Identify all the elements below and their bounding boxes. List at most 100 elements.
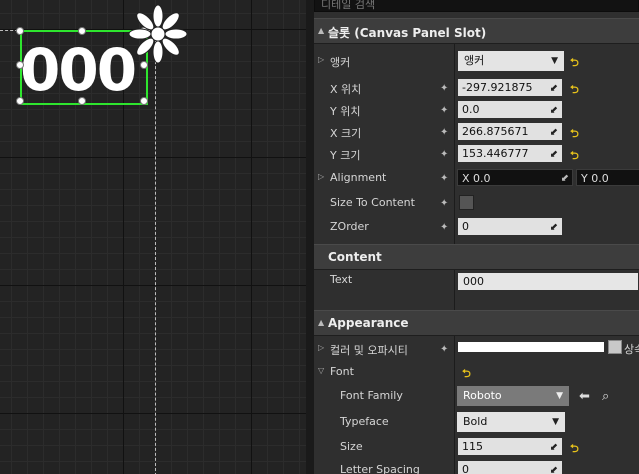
text-input[interactable]: 000 xyxy=(458,273,638,290)
category-slot[interactable]: ▲ 슬롯 (Canvas Panel Slot) xyxy=(314,18,639,44)
reset-arrow-icon[interactable]: ⮌ xyxy=(570,440,579,459)
resize-handle[interactable] xyxy=(78,97,86,105)
row-anchor: ▷ 앵커 앵커 ▼ ⮌ xyxy=(314,50,639,74)
inherit-checkbox[interactable] xyxy=(608,340,622,354)
anchor-value: 앵커 xyxy=(464,54,485,67)
resize-handle[interactable] xyxy=(16,27,24,35)
letter-spacing-field[interactable]: 0 ⬋ xyxy=(458,461,562,474)
expand-arrow-icon[interactable]: ▷ xyxy=(318,343,324,352)
key-icon[interactable]: ✦ xyxy=(440,198,448,209)
key-icon[interactable]: ✦ xyxy=(440,149,448,160)
y-position-field[interactable]: 0.0 ⬋ xyxy=(458,101,562,118)
prop-label: Font Family xyxy=(340,389,403,402)
dropdown-arrow-icon: ▼ xyxy=(556,391,563,401)
field-value: 153.446777 xyxy=(462,147,529,160)
font-size-field[interactable]: 115 ⬋ xyxy=(458,438,562,455)
prop-label: Typeface xyxy=(340,415,389,428)
row-alignment: ▷ Alignment ✦ X 0.0 ⬋ Y 0.0 xyxy=(314,167,639,191)
designer-canvas[interactable]: 000 xyxy=(0,0,306,474)
key-icon[interactable]: ✦ xyxy=(440,127,448,138)
dropdown-arrow-icon: ▼ xyxy=(552,417,559,427)
resize-handle[interactable] xyxy=(140,97,148,105)
typeface-dropdown[interactable]: Bold ▼ xyxy=(457,412,565,432)
reset-arrow-icon[interactable]: ⮌ xyxy=(570,147,579,166)
row-x-position: X 위치 ✦ -297.921875 ⬋ ⮌ xyxy=(314,77,639,101)
prop-label: Y 위치 xyxy=(330,105,361,118)
row-color-opacity: ▷ 컬러 및 오파시티 ✦ 상속 xyxy=(314,338,639,362)
y-size-field[interactable]: 153.446777 ⬋ xyxy=(458,145,562,162)
field-value: -297.921875 xyxy=(462,81,533,94)
drag-arrow-icon: ⬋ xyxy=(549,105,558,116)
prop-label: Size xyxy=(340,440,363,453)
field-value: 266.875671 xyxy=(462,125,529,138)
field-value: 000 xyxy=(463,275,484,288)
reset-arrow-icon[interactable]: ⮌ xyxy=(462,365,471,384)
drag-arrow-icon: ⬋ xyxy=(549,127,558,138)
row-font-family: Font Family Roboto ▼ ⬅ ⌕ xyxy=(314,385,639,409)
field-value: 0 xyxy=(462,220,469,233)
key-icon[interactable]: ✦ xyxy=(440,344,448,355)
row-font: ▽ Font ⮌ xyxy=(314,361,639,385)
reset-arrow-icon[interactable]: ⮌ xyxy=(570,81,579,100)
anchor-dropdown[interactable]: 앵커 ▼ xyxy=(458,51,564,71)
category-content[interactable]: Content xyxy=(314,244,639,270)
details-search-input[interactable]: 디테일 검색 xyxy=(314,0,639,12)
collapse-arrow-icon: ▲ xyxy=(318,26,325,35)
field-value: 0.0 xyxy=(462,103,480,116)
resize-handle[interactable] xyxy=(16,97,24,105)
inherit-label: 상속 xyxy=(624,343,639,356)
field-value: Y 0.0 xyxy=(581,172,609,185)
expand-arrow-icon[interactable]: ▽ xyxy=(318,366,324,375)
key-icon[interactable]: ✦ xyxy=(440,173,448,184)
category-title: Content xyxy=(328,250,382,264)
category-appearance[interactable]: ▲ Appearance xyxy=(314,310,639,336)
row-letter-spacing: Letter Spacing 0 ⬋ xyxy=(314,459,639,474)
guide-line-vertical xyxy=(155,36,156,474)
reset-arrow-icon[interactable]: ⮌ xyxy=(570,125,579,144)
browse-arrow-icon[interactable]: ⬅ xyxy=(579,389,590,404)
prop-label: 앵커 xyxy=(330,56,351,69)
field-value: 0 xyxy=(462,463,469,474)
row-text: Text 000 xyxy=(314,269,639,293)
key-icon[interactable]: ✦ xyxy=(440,105,448,116)
key-icon[interactable]: ✦ xyxy=(440,222,448,233)
drag-arrow-icon: ⬋ xyxy=(549,442,558,453)
panel-splitter[interactable] xyxy=(306,0,314,474)
row-y-size: Y 크기 ✦ 153.446777 ⬋ ⮌ xyxy=(314,143,639,167)
search-icon[interactable]: ⌕ xyxy=(602,389,609,404)
prop-label: Y 크기 xyxy=(330,149,361,162)
field-value: Roboto xyxy=(463,389,502,402)
anchor-gizmo-icon[interactable] xyxy=(126,2,190,66)
drag-arrow-icon: ⬋ xyxy=(549,222,558,233)
details-panel: 디테일 검색 ▲ 슬롯 (Canvas Panel Slot) ▷ 앵커 앵커 … xyxy=(314,0,639,474)
prop-label: Letter Spacing xyxy=(340,463,420,474)
resize-handle[interactable] xyxy=(78,27,86,35)
reset-arrow-icon[interactable]: ⮌ xyxy=(570,54,579,73)
x-size-field[interactable]: 266.875671 ⬋ xyxy=(458,123,562,140)
prop-label: Size To Content xyxy=(330,196,415,209)
dropdown-arrow-icon: ▼ xyxy=(551,56,558,66)
drag-arrow-icon: ⬋ xyxy=(549,149,558,160)
alignment-x-field[interactable]: X 0.0 ⬋ xyxy=(457,169,573,186)
prop-label: 컬러 및 오파시티 xyxy=(330,344,408,357)
prop-label: Text xyxy=(330,273,353,286)
expand-arrow-icon[interactable]: ▷ xyxy=(318,55,324,64)
zorder-field[interactable]: 0 ⬋ xyxy=(458,218,562,235)
prop-label: ZOrder xyxy=(330,220,369,233)
field-value: 115 xyxy=(462,440,483,453)
x-position-field[interactable]: -297.921875 ⬋ xyxy=(458,79,562,96)
field-value: Bold xyxy=(463,415,488,428)
collapse-arrow-icon: ▲ xyxy=(318,318,325,327)
key-icon[interactable]: ✦ xyxy=(440,83,448,94)
prop-label: Font xyxy=(330,365,354,378)
drag-arrow-icon: ⬋ xyxy=(549,465,558,474)
row-size: Size 115 ⬋ ⮌ xyxy=(314,436,639,460)
drag-arrow-icon: ⬋ xyxy=(549,83,558,94)
field-value: X 0.0 xyxy=(462,172,491,185)
font-family-dropdown[interactable]: Roboto ▼ xyxy=(457,386,569,406)
size-to-content-checkbox[interactable] xyxy=(459,195,474,210)
expand-arrow-icon[interactable]: ▷ xyxy=(318,172,324,181)
color-swatch[interactable] xyxy=(458,342,604,352)
resize-handle[interactable] xyxy=(16,61,24,69)
alignment-y-field[interactable]: Y 0.0 xyxy=(576,169,639,186)
